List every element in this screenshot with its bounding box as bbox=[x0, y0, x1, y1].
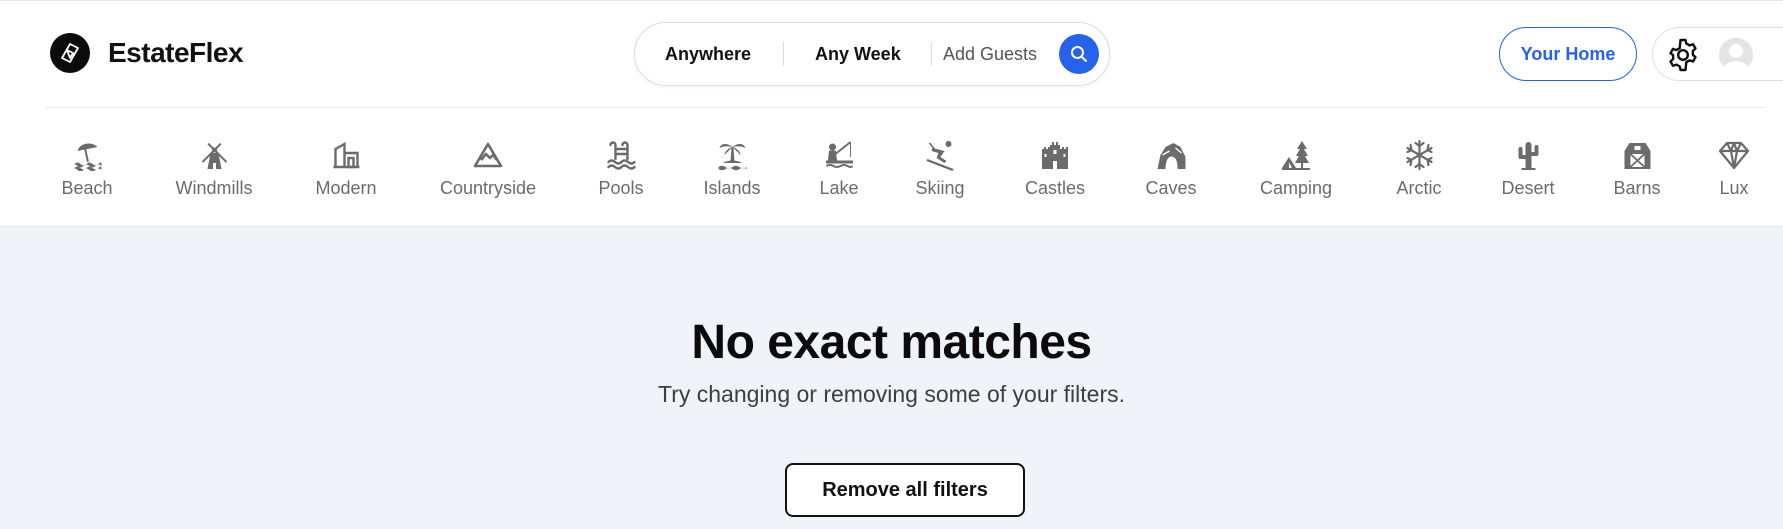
castle-icon bbox=[1038, 138, 1072, 172]
category-barns[interactable]: Barns bbox=[1613, 138, 1661, 199]
palm-island-icon bbox=[715, 138, 749, 172]
category-label: Skiing bbox=[915, 178, 965, 198]
category-label: Countryside bbox=[439, 178, 537, 198]
empty-state-subtitle: Try changing or removing some of your fi… bbox=[658, 381, 1125, 407]
category-desert[interactable]: Desert bbox=[1501, 138, 1555, 199]
category-label: Camping bbox=[1259, 178, 1333, 198]
user-menu-button[interactable] bbox=[1652, 27, 1783, 81]
windmill-icon bbox=[197, 138, 231, 172]
brand-name: EstateFlex bbox=[108, 37, 244, 68]
category-pools[interactable]: Pools bbox=[598, 138, 644, 199]
category-label: Castles bbox=[1024, 178, 1086, 198]
search-icon bbox=[1071, 46, 1087, 62]
snowflake-icon bbox=[1402, 138, 1436, 172]
cave-icon bbox=[1154, 138, 1188, 172]
category-label: Arctic bbox=[1396, 178, 1442, 198]
category-label: Lake bbox=[819, 178, 859, 198]
guests-selector[interactable]: Add Guests bbox=[943, 23, 1053, 85]
category-camping[interactable]: Camping bbox=[1260, 138, 1332, 199]
pool-ladder-icon bbox=[604, 138, 638, 172]
search-bar: Anywhere Any Week Add Guests bbox=[634, 22, 1110, 86]
your-home-button[interactable]: Your Home bbox=[1499, 27, 1637, 81]
user-avatar-icon bbox=[1719, 38, 1753, 72]
category-islands[interactable]: Islands bbox=[703, 138, 761, 199]
category-beach[interactable]: Beach bbox=[61, 138, 113, 199]
search-button[interactable] bbox=[1059, 34, 1099, 74]
remove-all-filters-button[interactable]: Remove all filters bbox=[785, 463, 1025, 517]
diamond-icon bbox=[1717, 138, 1751, 172]
category-label: Desert bbox=[1501, 178, 1555, 198]
category-skiing[interactable]: Skiing bbox=[915, 138, 965, 199]
location-selector[interactable]: Anywhere bbox=[665, 23, 769, 85]
category-countryside[interactable]: Countryside bbox=[440, 138, 536, 199]
mountain-icon bbox=[471, 138, 505, 172]
category-castles[interactable]: Castles bbox=[1025, 138, 1085, 199]
category-label: Caves bbox=[1145, 178, 1197, 198]
empty-state-title: No exact matches bbox=[691, 316, 1092, 369]
top-navbar: EstateFlex Anywhere Any Week Add Guests … bbox=[0, 1, 1783, 107]
search-divider bbox=[931, 42, 932, 66]
modern-building-icon bbox=[329, 138, 363, 172]
category-label: Lux bbox=[1719, 178, 1749, 198]
cactus-icon bbox=[1511, 138, 1545, 172]
barn-icon bbox=[1620, 138, 1654, 172]
beach-umbrella-icon bbox=[70, 138, 104, 172]
category-arctic[interactable]: Arctic bbox=[1397, 138, 1442, 199]
results-area: No exact matches Try changing or removin… bbox=[0, 227, 1783, 529]
category-label: Beach bbox=[61, 178, 113, 198]
dates-selector[interactable]: Any Week bbox=[815, 23, 925, 85]
gear-icon bbox=[1669, 38, 1697, 72]
category-label: Islands bbox=[703, 178, 761, 198]
brand-logo[interactable]: EstateFlex bbox=[50, 33, 244, 73]
skier-icon bbox=[923, 138, 957, 172]
category-label: Windmills bbox=[175, 178, 253, 198]
search-divider bbox=[783, 42, 784, 66]
category-caves[interactable]: Caves bbox=[1145, 138, 1197, 199]
category-windmills[interactable]: Windmills bbox=[175, 138, 253, 199]
category-lux[interactable]: Lux bbox=[1717, 138, 1751, 199]
fishing-icon bbox=[822, 138, 856, 172]
category-bar: Beach Windmills Modern Countryside Pools… bbox=[0, 108, 1783, 226]
category-modern[interactable]: Modern bbox=[315, 138, 377, 199]
category-label: Barns bbox=[1613, 178, 1661, 198]
category-lake[interactable]: Lake bbox=[819, 138, 859, 199]
category-label: Modern bbox=[315, 178, 377, 198]
estateflex-logo-icon bbox=[50, 33, 90, 73]
category-label: Pools bbox=[598, 178, 644, 198]
camping-tent-icon bbox=[1279, 138, 1313, 172]
